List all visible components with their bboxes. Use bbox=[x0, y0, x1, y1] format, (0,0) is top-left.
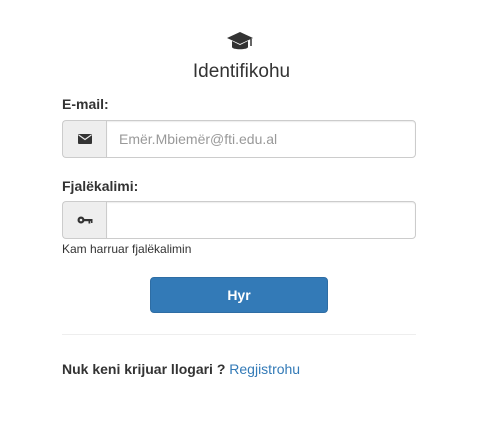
key-icon bbox=[77, 216, 92, 224]
login-button[interactable]: Hyr bbox=[150, 277, 328, 313]
email-label: E-mail: bbox=[62, 96, 109, 112]
email-input-group bbox=[62, 120, 416, 158]
password-addon bbox=[62, 201, 106, 239]
graduation-cap-icon bbox=[227, 32, 253, 50]
register-row: Nuk keni krijuar llogari ? Regjistrohu bbox=[62, 361, 300, 377]
email-addon bbox=[62, 120, 106, 158]
password-label: Fjalëkalimi: bbox=[62, 178, 139, 194]
login-page: Identifikohu E-mail: Fjalëkalimi: Kam ha… bbox=[0, 0, 483, 447]
page-title: Identifikohu bbox=[192, 61, 291, 82]
envelope-icon bbox=[77, 134, 92, 144]
password-field[interactable] bbox=[106, 201, 416, 239]
divider bbox=[62, 334, 416, 335]
password-input-group bbox=[62, 201, 416, 239]
email-field[interactable] bbox=[106, 120, 416, 158]
register-link[interactable]: Regjistrohu bbox=[229, 361, 300, 377]
register-question: Nuk keni krijuar llogari ? bbox=[62, 361, 230, 377]
forgot-password-link[interactable]: Kam harruar fjalëkalimin bbox=[62, 242, 191, 256]
